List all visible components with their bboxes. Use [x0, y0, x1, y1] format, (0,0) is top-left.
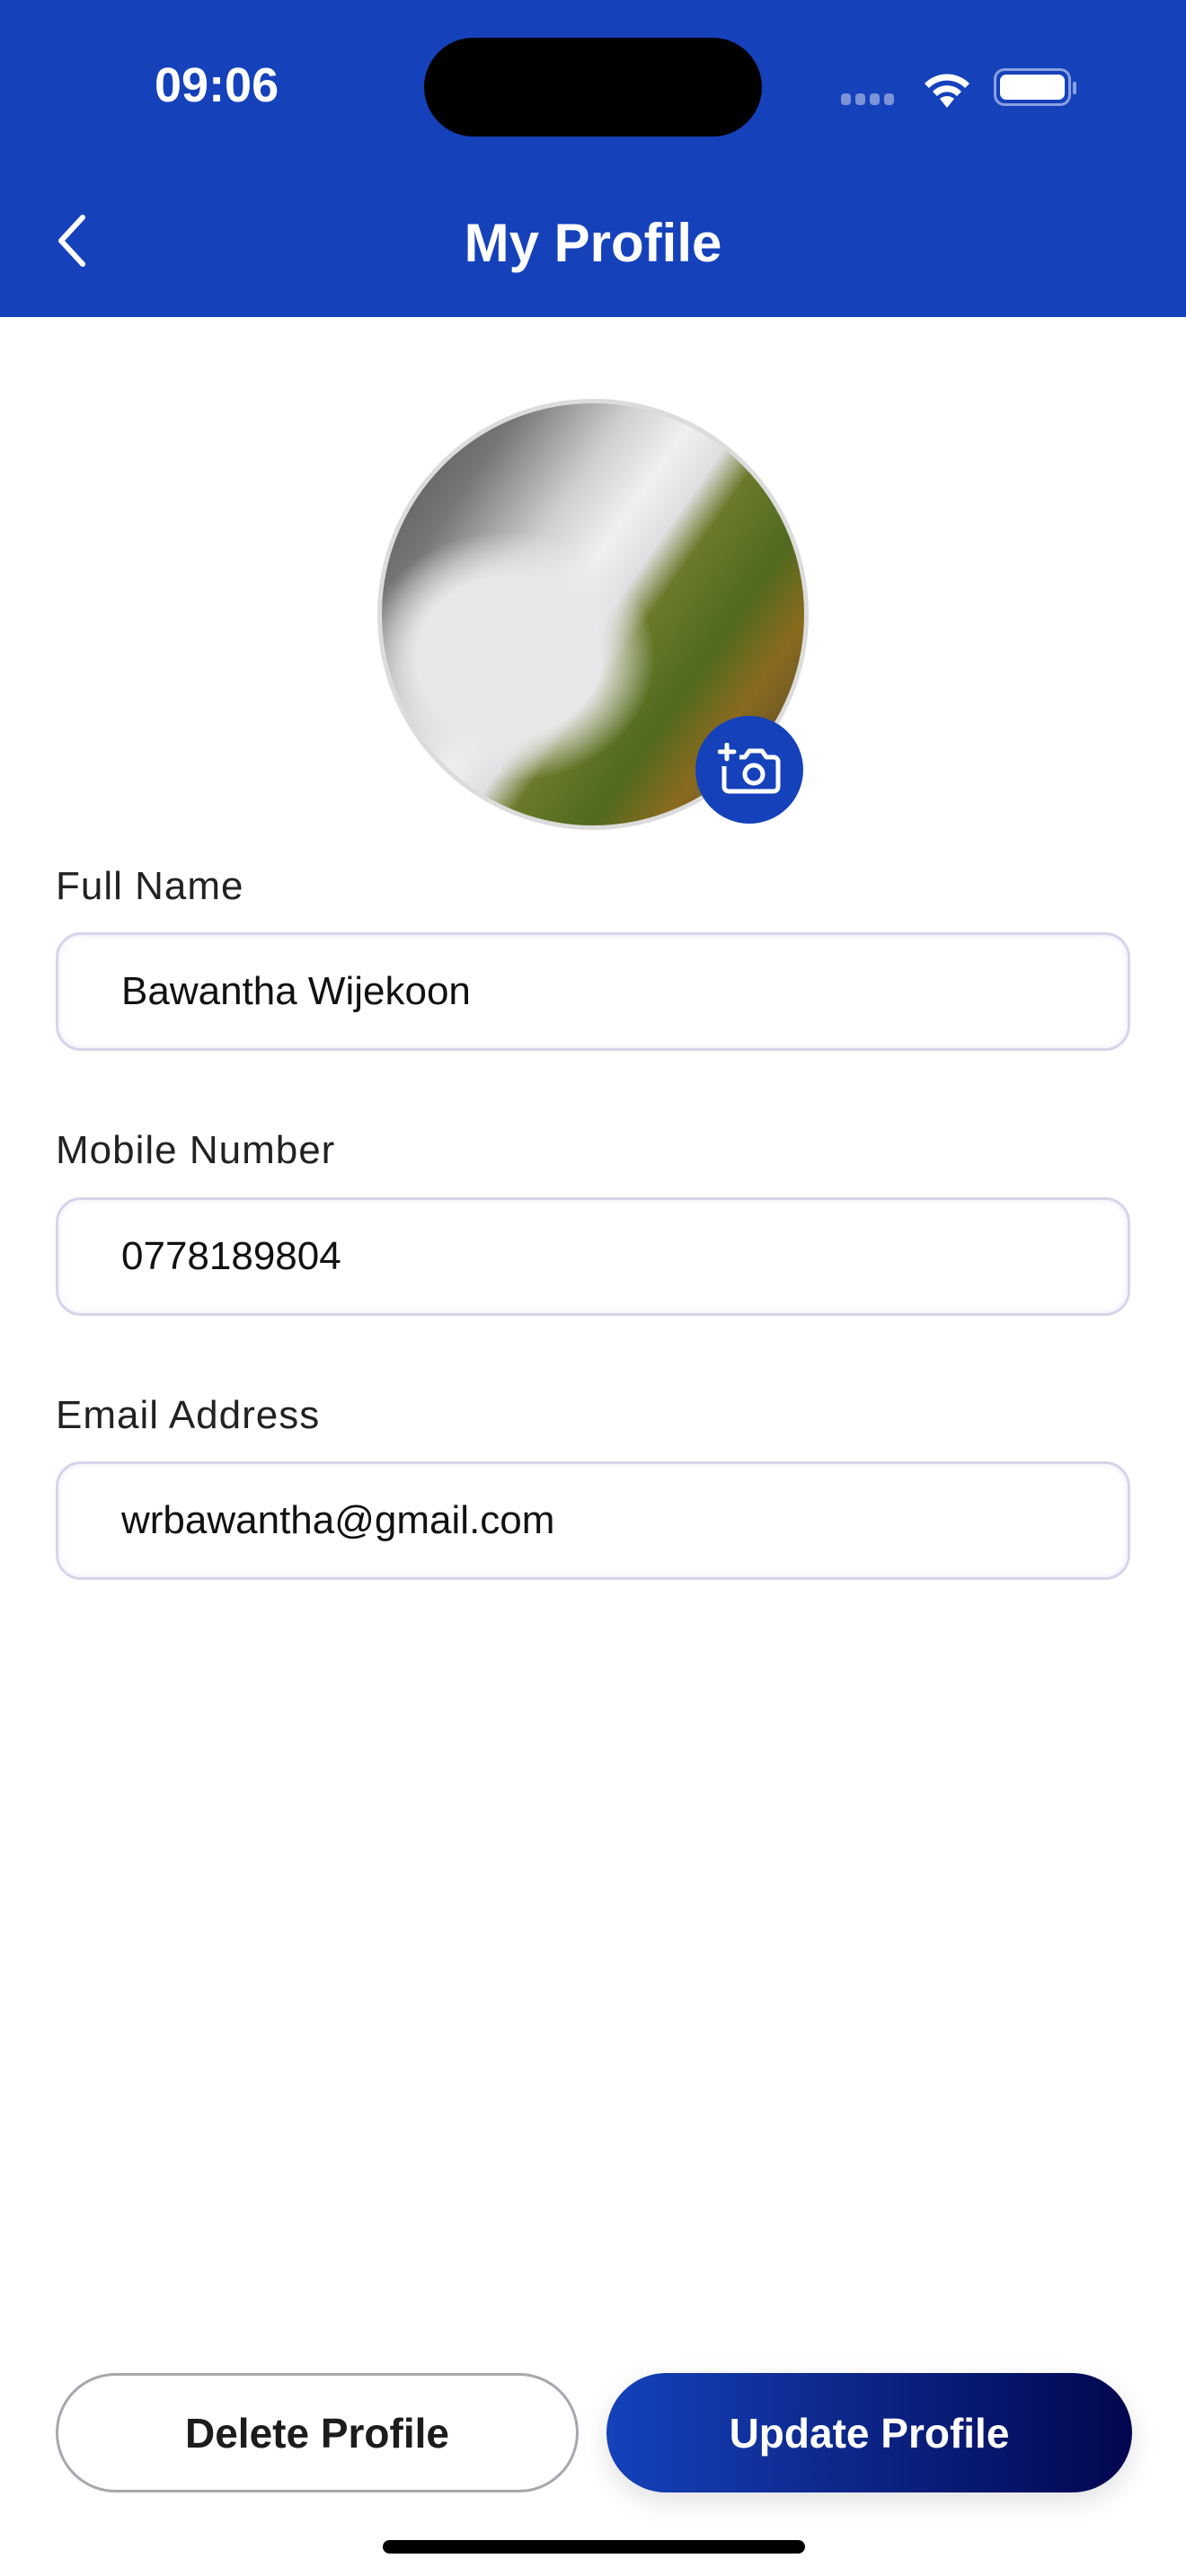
status-time: 09:06	[155, 58, 279, 112]
cellular-signal-icon	[841, 93, 898, 110]
full-name-input[interactable]: Bawantha Wijekoon	[56, 932, 1130, 1051]
email-address-input[interactable]: wrbawantha@gmail.com	[56, 1461, 1130, 1580]
home-indicator	[383, 2540, 805, 2554]
mobile-number-input[interactable]: 0778189804	[56, 1197, 1130, 1316]
dynamic-island	[424, 38, 762, 137]
page-title: My Profile	[464, 213, 722, 273]
change-photo-button[interactable]	[695, 716, 803, 824]
update-profile-button[interactable]: Update Profile	[606, 2373, 1132, 2492]
mobile-number-label: Mobile Number	[56, 1128, 336, 1172]
full-name-label: Full Name	[56, 864, 244, 908]
delete-profile-button[interactable]: Delete Profile	[56, 2373, 579, 2492]
email-address-label: Email Address	[56, 1393, 321, 1437]
add-camera-icon	[718, 743, 781, 794]
battery-icon	[994, 68, 1076, 106]
wifi-icon	[925, 74, 969, 108]
app-header: 09:06 My Profile	[0, 0, 1186, 317]
